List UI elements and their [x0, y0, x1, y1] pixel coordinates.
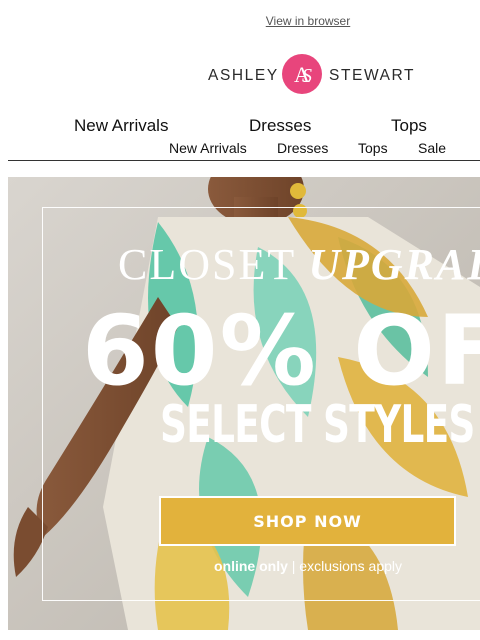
shop-now-label: SHOP NOW [253, 511, 362, 531]
promo-headline: CLOSETUPGRADE [118, 241, 480, 289]
nav-divider [8, 160, 480, 161]
nav-secondary-sale[interactable]: Sale [418, 140, 446, 156]
hero-banner[interactable]: CLOSETUPGRADE 60% OFF SELECT STYLES SHOP… [8, 177, 480, 630]
upgrade-word: UPGRADE [308, 240, 480, 289]
fine-print-rest: | exclusions apply [287, 558, 403, 574]
nav-primary-dresses[interactable]: Dresses [249, 116, 311, 136]
fine-print-bold: online only [213, 558, 288, 574]
nav-secondary-dresses[interactable]: Dresses [277, 140, 328, 156]
fine-print: online only | exclusions apply [158, 558, 458, 574]
nav-primary-new-arrivals[interactable]: New Arrivals [74, 116, 168, 136]
as-monogram-icon: A S [282, 54, 322, 94]
nav-secondary-new-arrivals[interactable]: New Arrivals [169, 140, 247, 156]
nav-primary-tops[interactable]: Tops [391, 116, 427, 136]
brand-logo[interactable]: ASHLEY A S STEWART [208, 52, 418, 96]
shop-now-button[interactable]: SHOP NOW [159, 496, 456, 546]
closet-word: CLOSET [118, 240, 297, 289]
logo-text-ashley: ASHLEY [208, 67, 279, 84]
svg-text:S: S [302, 65, 312, 87]
view-in-browser-link[interactable]: View in browser [0, 14, 480, 28]
discount-text: 60% OFF [82, 295, 480, 407]
logo-text-stewart: STEWART [329, 67, 416, 84]
nav-secondary-tops[interactable]: Tops [358, 140, 388, 156]
select-styles-text: SELECT STYLES [160, 395, 475, 455]
